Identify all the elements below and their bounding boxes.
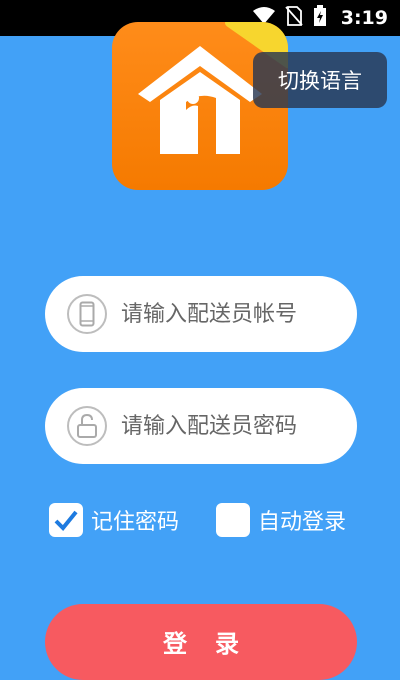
auto-login-option[interactable]: 自动登录 <box>216 502 346 538</box>
remember-password-checkbox[interactable] <box>49 503 83 537</box>
password-field[interactable] <box>45 388 357 464</box>
remember-password-option[interactable]: 记住密码 <box>49 502 179 538</box>
remember-password-label: 记住密码 <box>91 510 180 535</box>
battery-charging-icon <box>313 5 327 31</box>
phone-icon <box>67 294 107 334</box>
status-time: 3:19 <box>340 7 388 29</box>
account-field[interactable] <box>45 276 357 352</box>
password-input[interactable] <box>121 413 341 439</box>
login-button[interactable]: 登录 <box>45 604 357 680</box>
account-input[interactable] <box>121 301 341 327</box>
unlock-icon <box>67 406 107 446</box>
checkmark-icon <box>54 510 78 531</box>
auto-login-checkbox[interactable] <box>216 503 250 537</box>
switch-language-button[interactable]: 切换语言 <box>253 52 387 108</box>
auto-login-label: 自动登录 <box>258 510 347 535</box>
